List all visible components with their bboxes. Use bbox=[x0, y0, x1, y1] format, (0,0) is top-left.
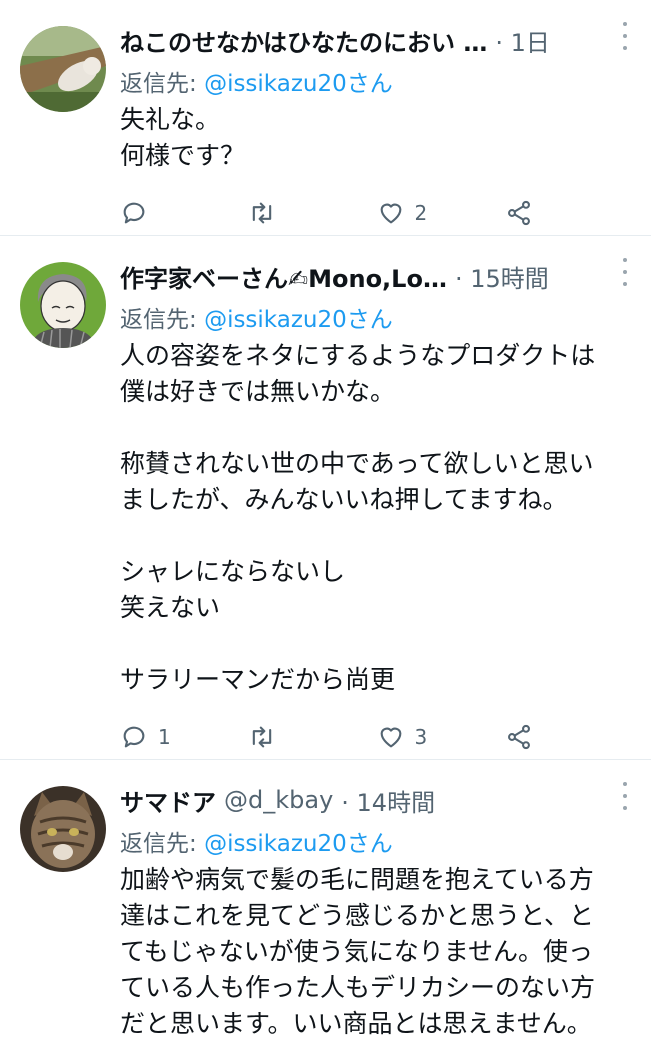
timestamp[interactable]: · 1日 bbox=[495, 23, 550, 58]
retweet-button[interactable] bbox=[248, 199, 376, 227]
tweet[interactable]: ねこのせなかはひなたのにおい … · 1日 返信先: @issikazu20さん… bbox=[0, 0, 651, 236]
share-icon bbox=[507, 724, 530, 750]
tweet[interactable]: 作字家ベーさん✍Mono,Lo… · 15時間 返信先: @issikazu20… bbox=[0, 236, 651, 760]
avatar[interactable] bbox=[20, 262, 106, 348]
avatar[interactable] bbox=[20, 786, 106, 872]
cat-photo-avatar bbox=[20, 26, 106, 112]
reply-prefix: 返信先: bbox=[120, 71, 205, 97]
timestamp[interactable]: · 14時間 bbox=[341, 783, 435, 818]
like-button[interactable]: 3 bbox=[377, 723, 505, 751]
avatar[interactable] bbox=[20, 26, 106, 112]
retweet-icon bbox=[253, 202, 272, 224]
like-button[interactable]: 2 bbox=[377, 199, 505, 227]
display-name[interactable]: ねこのせなかはひなたのにおい … bbox=[120, 23, 487, 58]
heart-icon bbox=[380, 203, 401, 224]
display-name[interactable]: サマドア bbox=[120, 783, 216, 818]
like-count: 2 bbox=[414, 201, 428, 225]
reply-icon bbox=[123, 202, 145, 224]
more-options-icon[interactable] bbox=[621, 782, 629, 810]
reply-to: 返信先: @issikazu20さん bbox=[120, 302, 633, 338]
share-icon bbox=[507, 200, 530, 226]
heart-icon bbox=[380, 727, 401, 748]
retweet-icon bbox=[253, 726, 272, 748]
reply-to-handle[interactable]: @issikazu20さん bbox=[204, 71, 393, 97]
tabby-cat-avatar bbox=[20, 786, 106, 872]
tweet-text: 加齢や病気で髪の毛に問題を抱えている方 達はこれを見てどう感じるかと思うと、と … bbox=[120, 865, 596, 1038]
reply-to-handle[interactable]: @issikazu20さん bbox=[204, 831, 393, 857]
tweet-text: 人の容姿をネタにするようなプロダクトは 僕は好きでは無いかな。 称賛されない世の… bbox=[120, 341, 596, 694]
display-name[interactable]: 作字家ベーさん✍Mono,Lo… bbox=[120, 259, 447, 294]
tweet[interactable]: サマドア @d_kbay · 14時間 返信先: @issikazu20さん 加… bbox=[0, 760, 651, 1038]
tweet-text: 失礼な。 何様です？ bbox=[120, 105, 246, 170]
reply-button[interactable] bbox=[120, 199, 248, 227]
reply-prefix: 返信先: bbox=[120, 307, 205, 333]
share-button[interactable] bbox=[505, 199, 633, 227]
reply-icon bbox=[123, 726, 145, 748]
retweet-button[interactable] bbox=[248, 723, 376, 751]
reply-to-handle[interactable]: @issikazu20さん bbox=[204, 307, 393, 333]
more-options-icon[interactable] bbox=[621, 22, 629, 50]
reply-prefix: 返信先: bbox=[120, 831, 205, 857]
timestamp[interactable]: · 15時間 bbox=[455, 259, 549, 294]
illustrated-face-avatar bbox=[20, 262, 106, 348]
more-options-icon[interactable] bbox=[621, 258, 629, 286]
share-button[interactable] bbox=[505, 723, 633, 751]
reply-to: 返信先: @issikazu20さん bbox=[120, 826, 633, 862]
reply-button[interactable]: 1 bbox=[120, 723, 248, 751]
like-count: 3 bbox=[414, 725, 428, 749]
reply-count: 1 bbox=[158, 725, 171, 749]
reply-to: 返信先: @issikazu20さん bbox=[120, 66, 633, 102]
user-handle[interactable]: @d_kbay bbox=[224, 786, 333, 814]
